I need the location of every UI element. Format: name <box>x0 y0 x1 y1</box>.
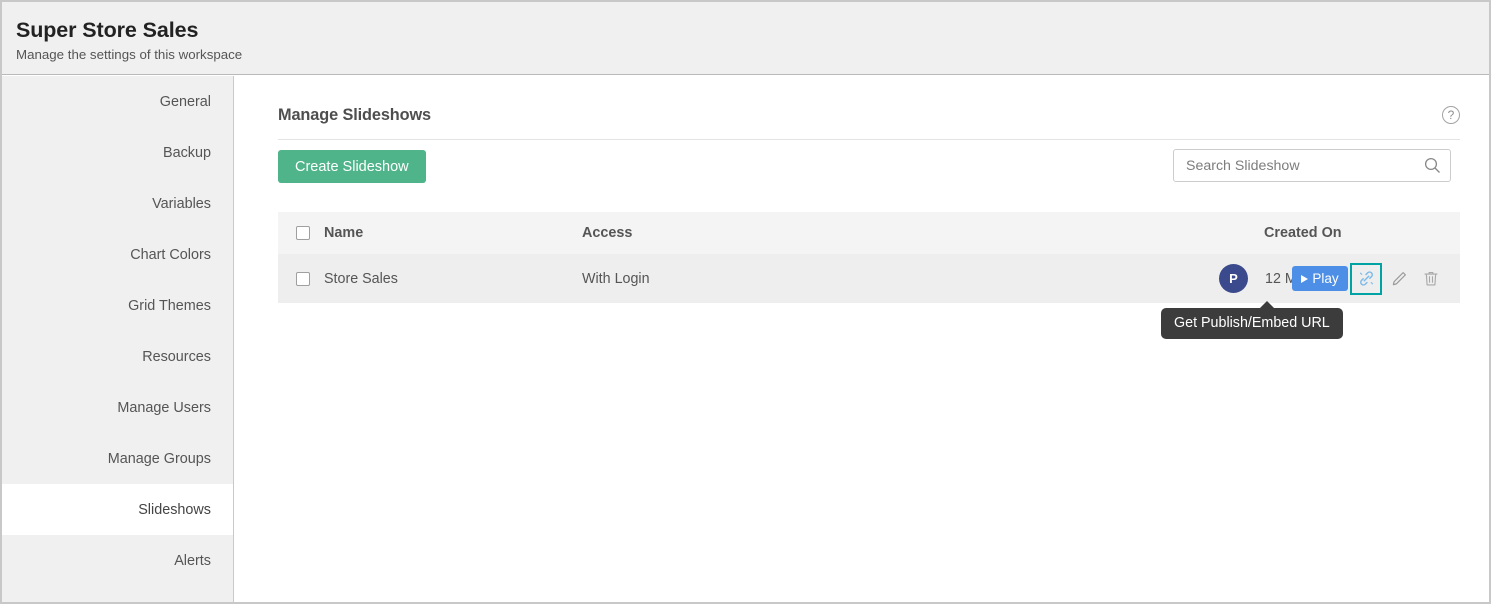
column-header-created-on: Created On <box>922 225 1342 241</box>
search-icon[interactable] <box>1424 157 1441 174</box>
create-slideshow-button[interactable]: Create Slideshow <box>278 150 426 183</box>
search-input[interactable] <box>1174 150 1414 181</box>
section-header: Manage Slideshows ? <box>278 106 1460 140</box>
cell-access: With Login <box>582 271 922 287</box>
slideshows-table: Name Access Created On Store Sales With … <box>278 212 1460 303</box>
play-button-label: Play <box>1312 271 1338 286</box>
cell-name: Store Sales <box>324 271 582 287</box>
column-header-access: Access <box>582 225 922 241</box>
play-triangle-icon <box>1301 275 1308 283</box>
trash-delete-icon[interactable] <box>1416 264 1446 294</box>
tooltip: Get Publish/Embed URL <box>1161 308 1343 339</box>
link-chain-icon[interactable] <box>1350 263 1382 295</box>
settings-sidebar: General Backup Variables Chart Colors Gr… <box>2 76 234 602</box>
column-header-name: Name <box>324 225 582 241</box>
sidebar-item-grid-themes[interactable]: Grid Themes <box>2 280 233 331</box>
sidebar-item-general[interactable]: General <box>2 76 233 127</box>
pencil-edit-icon[interactable] <box>1384 264 1414 294</box>
settings-page: Super Store Sales Manage the settings of… <box>0 0 1491 604</box>
play-button[interactable]: Play <box>1292 266 1348 291</box>
row-actions: Play <box>1292 254 1446 303</box>
sidebar-item-slideshows[interactable]: Slideshows <box>2 484 233 535</box>
table-row: Store Sales With Login P 12 Mins Ago Pla… <box>278 254 1460 303</box>
sidebar-item-manage-users[interactable]: Manage Users <box>2 382 233 433</box>
page-title: Manage Slideshows <box>278 106 431 124</box>
workspace-title: Super Store Sales <box>16 16 1489 44</box>
sidebar-item-backup[interactable]: Backup <box>2 127 233 178</box>
sidebar-item-chart-colors[interactable]: Chart Colors <box>2 229 233 280</box>
table-header-row: Name Access Created On <box>278 212 1460 254</box>
sidebar-item-resources[interactable]: Resources <box>2 331 233 382</box>
search-slideshow-box[interactable] <box>1173 149 1451 182</box>
sidebar-item-alerts[interactable]: Alerts <box>2 535 233 586</box>
workspace-subtitle: Manage the settings of this workspace <box>16 45 1489 65</box>
select-all-checkbox[interactable] <box>296 226 310 240</box>
row-select-checkbox[interactable] <box>296 272 310 286</box>
avatar: P <box>1219 264 1248 293</box>
question-mark-circle-icon[interactable]: ? <box>1442 106 1460 124</box>
sidebar-item-variables[interactable]: Variables <box>2 178 233 229</box>
main-content: Manage Slideshows ? Create Slideshow Nam… <box>235 76 1489 602</box>
sidebar-item-manage-groups[interactable]: Manage Groups <box>2 433 233 484</box>
workspace-header: Super Store Sales Manage the settings of… <box>2 2 1489 75</box>
